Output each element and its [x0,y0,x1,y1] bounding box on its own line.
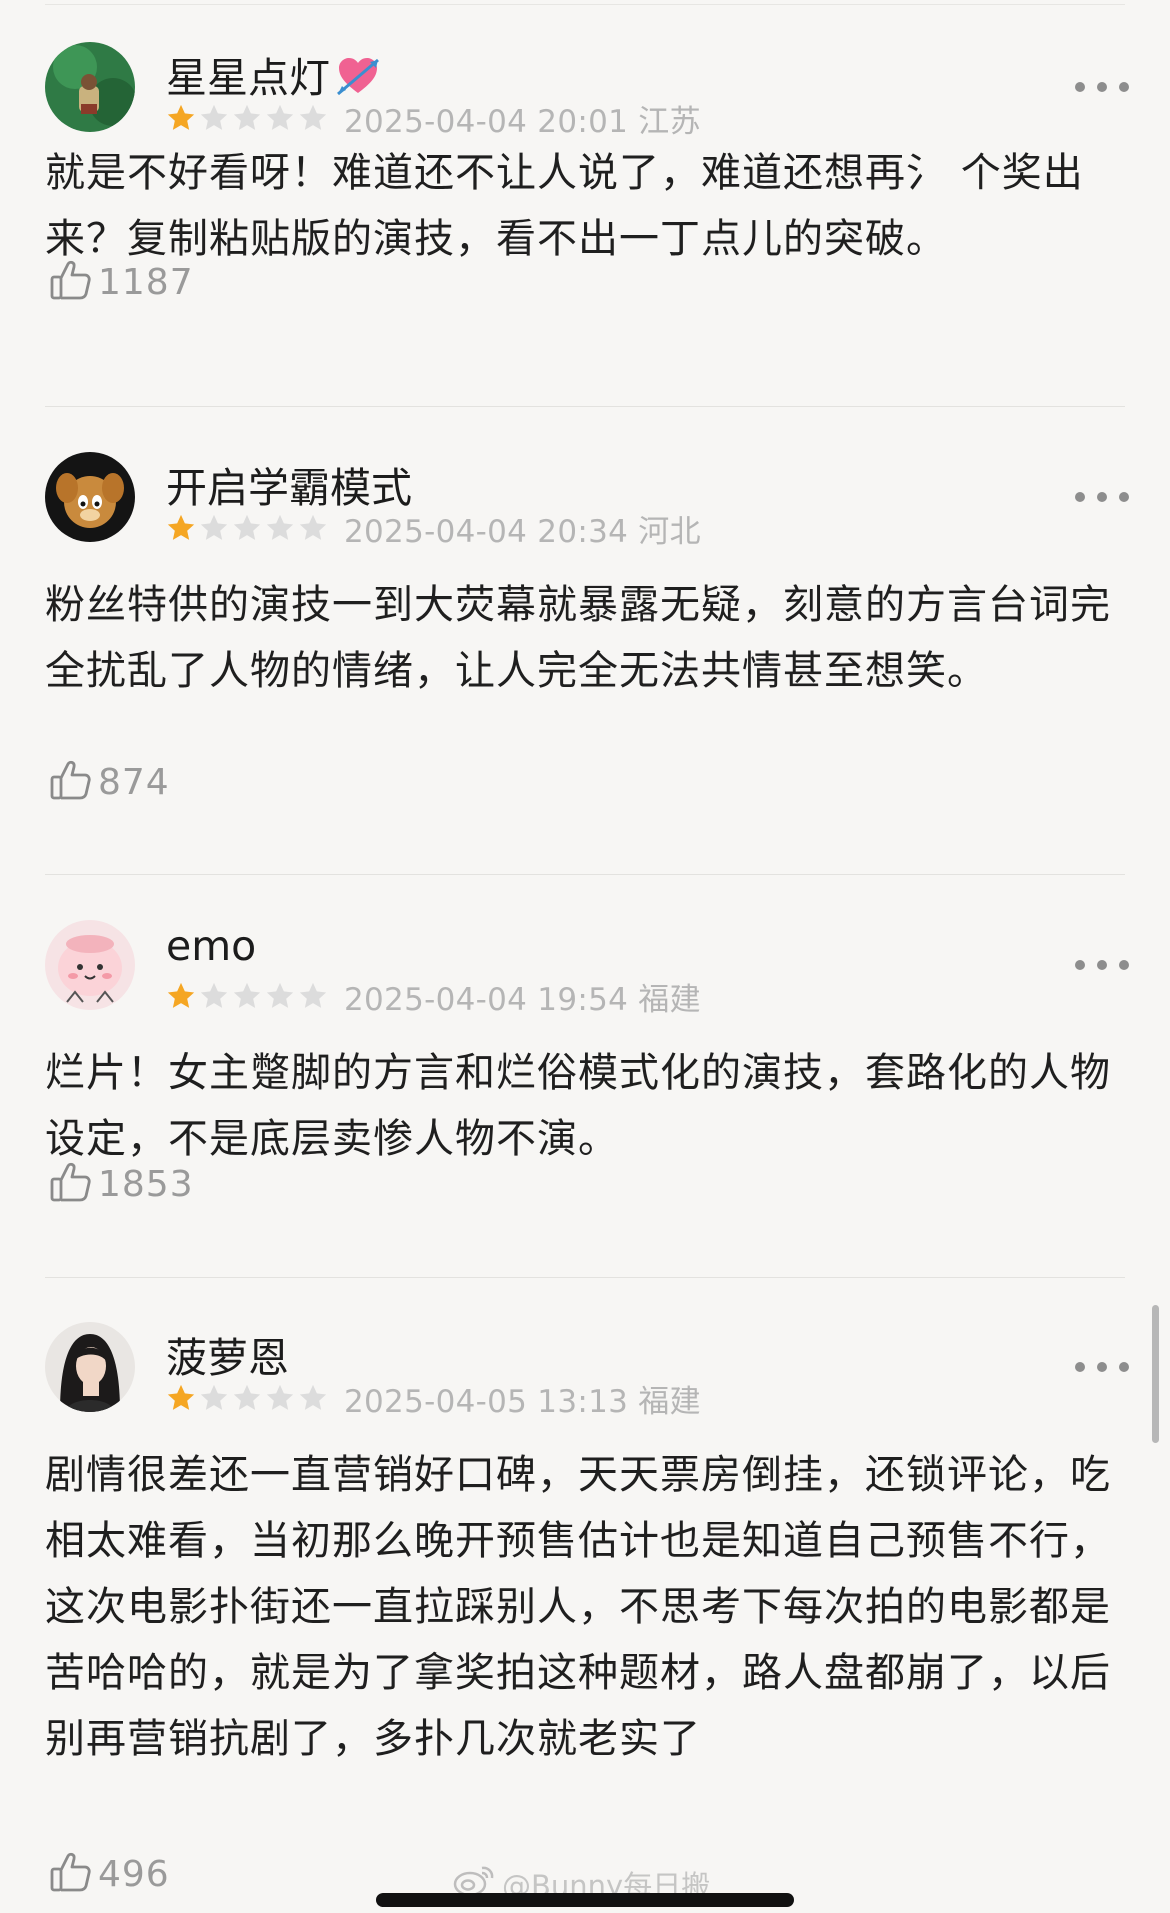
rating-stars [166,1383,328,1413]
comment-text: 就是不好看呀！难道还不让人说了，难道还想再氵 个奖出来？复制粘贴版的演技，看不出… [45,150,1084,262]
more-dots-icon[interactable] [1075,950,1129,980]
comment-item: emo 2025-04-04 19:54 福建 烂片！女主蹩脚的方言和烂俗模式化… [0,920,1170,1220]
like-count: 1853 [98,1163,194,1205]
like-count: 1187 [98,261,194,303]
star-empty-icon [232,513,262,543]
more-dots-icon[interactable] [1075,72,1129,102]
meta-row: 2025-04-05 13:13 福建 [166,1380,701,1420]
comment-meta: 2025-04-04 19:54 福建 [344,981,701,1018]
like-button[interactable]: 496 [48,1850,170,1898]
top-divider [45,4,1125,5]
avatar[interactable] [45,42,135,132]
star-empty-icon [265,981,295,1011]
like-button[interactable]: 874 [48,758,170,806]
like-button[interactable]: 1187 [48,258,194,306]
comment-meta: 2025-04-04 20:01 江苏 [344,103,701,140]
thumbs-up-icon [48,758,92,806]
comment-text: 剧情很差还一直营销好口碑，天天票房倒挂，还锁评论，吃相太难看，当初那么晚开预售估… [45,1452,1111,1762]
comment-text: 粉丝特供的演技一到大荧幕就暴露无疑，刻意的方言台词完全扰乱了人物的情绪，让人完全… [45,582,1111,694]
star-empty-icon [199,1383,229,1413]
star-filled-icon [166,1383,196,1413]
avatar[interactable] [45,452,135,542]
scrollbar[interactable] [1152,1305,1159,1443]
star-empty-icon [298,1383,328,1413]
username[interactable]: 菠萝恩 [166,1324,289,1384]
comment-meta: 2025-04-04 20:34 河北 [344,513,701,550]
meta-row: 2025-04-04 20:01 江苏 [166,100,701,140]
star-empty-icon [232,103,262,133]
star-filled-icon [166,981,196,1011]
thumbs-up-icon [48,258,92,306]
star-filled-icon [166,103,196,133]
comment-item: 开启学霸模式 2025-04-04 20:34 河北 粉丝特供的演技一到大荧幕就… [0,452,1170,803]
star-empty-icon [232,981,262,1011]
username[interactable]: emo [166,922,256,970]
star-empty-icon [232,1383,262,1413]
rating-stars [166,103,328,133]
comment-item: 星星点灯 2025-04-04 20:01 江苏 就是不好看呀！难道还不让人说了… [0,42,1170,332]
comment-meta: 2025-04-05 13:13 福建 [344,1383,701,1420]
divider [45,874,1125,875]
star-empty-icon [265,103,295,133]
meta-row: 2025-04-04 20:34 河北 [166,510,701,550]
divider [45,406,1125,407]
comment-item: 菠萝恩 2025-04-05 13:13 福建 剧情很差还一直营销好口碑，天天票… [0,1322,1170,1902]
star-empty-icon [199,513,229,543]
meta-row: 2025-04-04 19:54 福建 [166,978,701,1018]
like-count: 496 [98,1853,170,1895]
avatar[interactable] [45,920,135,1010]
rating-stars [166,513,328,543]
like-count: 874 [98,761,170,803]
like-button[interactable]: 1853 [48,1160,194,1208]
home-indicator[interactable] [376,1893,794,1907]
star-empty-icon [199,981,229,1011]
star-empty-icon [298,513,328,543]
star-empty-icon [265,1383,295,1413]
star-filled-icon [166,513,196,543]
thumbs-up-icon [48,1160,92,1208]
star-empty-icon [265,513,295,543]
more-dots-icon[interactable] [1075,1352,1129,1382]
star-empty-icon [298,103,328,133]
star-empty-icon [298,981,328,1011]
divider [45,1277,1125,1278]
comment-text: 烂片！女主蹩脚的方言和烂俗模式化的演技，套路化的人物设定，不是底层卖惨人物不演。 [45,1050,1111,1162]
avatar[interactable] [45,1322,135,1412]
thumbs-up-icon [48,1850,92,1898]
rating-stars [166,981,328,1011]
star-empty-icon [199,103,229,133]
more-dots-icon[interactable] [1075,482,1129,512]
